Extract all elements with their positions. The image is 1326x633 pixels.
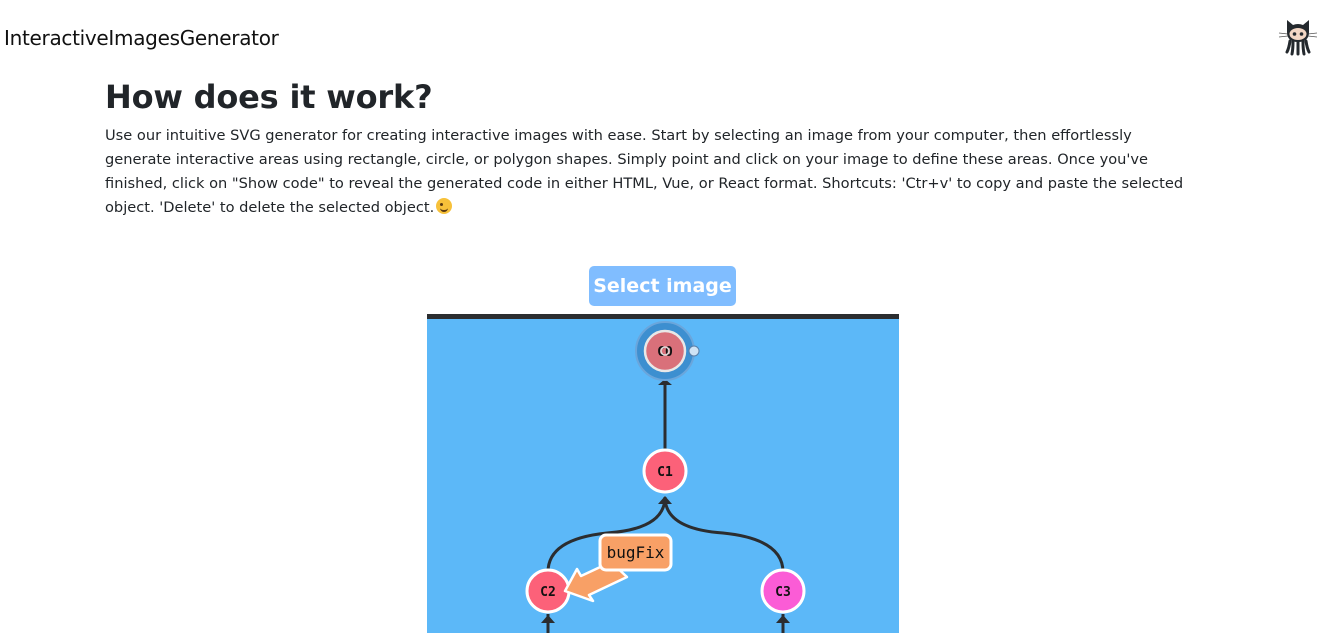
node-c2[interactable]: C2	[525, 568, 571, 614]
image-canvas[interactable]: C0 C1 C2 C3 bugFix	[427, 314, 899, 633]
node-c1[interactable]: C1	[642, 448, 688, 494]
brand-title[interactable]: InteractiveImagesGenerator	[4, 26, 279, 50]
branch-tag-bugfix[interactable]: bugFix	[563, 533, 673, 603]
github-octocat-icon	[1278, 20, 1318, 56]
git-graph-image: C0 C1 C2 C3 bugFix	[525, 321, 806, 633]
page-title: How does it work?	[105, 78, 433, 116]
node-c3[interactable]: C3	[760, 568, 806, 614]
main-content: How does it work? Use our intuitive SVG …	[105, 76, 1217, 220]
branch-tag-label: bugFix	[607, 543, 665, 562]
arrowhead-icon	[776, 615, 790, 623]
description-text: Use our intuitive SVG generator for crea…	[105, 127, 1184, 216]
node-c3-label: C3	[775, 585, 791, 600]
arrowhead-icon	[541, 615, 555, 623]
edge-c3-c1	[663, 496, 785, 573]
winking-face-emoji-icon	[436, 198, 453, 214]
node-c0[interactable]: C0	[635, 321, 700, 381]
arrowhead-icon	[658, 496, 672, 504]
select-image-button[interactable]: Select image	[589, 266, 736, 306]
navbar: InteractiveImagesGenerator	[0, 0, 1326, 76]
node-c1-label: C1	[657, 465, 673, 480]
github-link[interactable]	[1278, 14, 1318, 56]
description: Use our intuitive SVG generator for crea…	[105, 124, 1185, 220]
node-c2-label: C2	[540, 585, 556, 600]
resize-handle[interactable]	[688, 345, 700, 357]
